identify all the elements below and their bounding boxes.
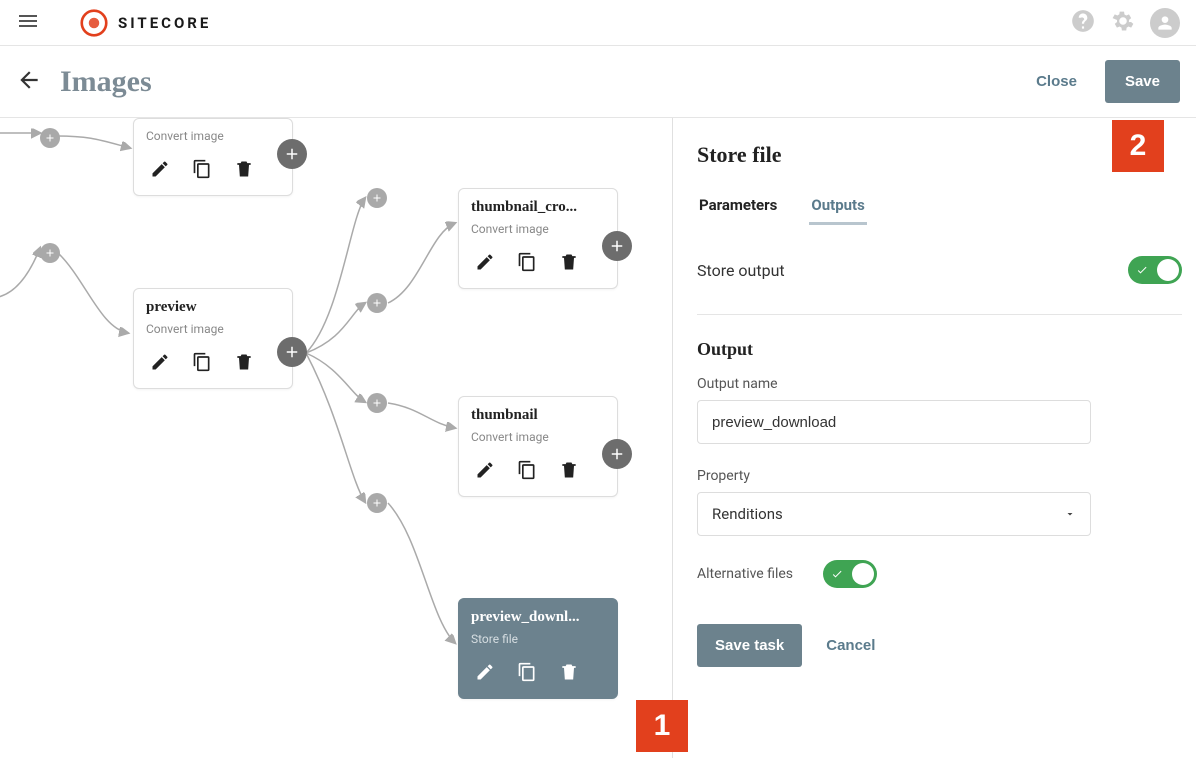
- save-task-button[interactable]: Save task: [697, 624, 802, 667]
- copy-icon[interactable]: [517, 662, 537, 686]
- alt-files-toggle[interactable]: [823, 560, 877, 588]
- cancel-button[interactable]: Cancel: [826, 637, 875, 654]
- edit-icon[interactable]: [475, 460, 495, 484]
- save-button[interactable]: Save: [1105, 60, 1180, 103]
- settings-icon[interactable]: [1110, 8, 1136, 38]
- chevron-down-icon: [1064, 508, 1076, 520]
- tab-outputs[interactable]: Outputs: [809, 188, 866, 225]
- delete-icon[interactable]: [234, 159, 254, 183]
- help-icon[interactable]: [1070, 8, 1096, 38]
- delete-icon[interactable]: [234, 352, 254, 376]
- node-title: preview: [146, 299, 280, 316]
- graph-canvas[interactable]: Convert image preview Convert image: [0, 118, 672, 758]
- node-title: thumbnail_cro...: [471, 199, 605, 216]
- graph-dot[interactable]: [367, 493, 387, 513]
- node-subtitle: Store file: [471, 632, 605, 646]
- output-name-input[interactable]: [697, 400, 1091, 444]
- store-output-label: Store output: [697, 261, 785, 280]
- node-add-button[interactable]: [277, 337, 307, 367]
- back-arrow[interactable]: [16, 67, 42, 97]
- graph-dot[interactable]: [367, 393, 387, 413]
- alt-files-label: Alternative files: [697, 566, 793, 582]
- copy-icon[interactable]: [192, 352, 212, 376]
- property-select[interactable]: Renditions: [697, 492, 1091, 536]
- edit-icon[interactable]: [475, 662, 495, 686]
- property-value: Renditions: [712, 505, 783, 523]
- node-add-button[interactable]: [602, 439, 632, 469]
- user-avatar[interactable]: [1150, 8, 1180, 38]
- side-panel: Store file Parameters Outputs Store outp…: [672, 118, 1196, 758]
- graph-node-thumbnail[interactable]: thumbnail Convert image: [458, 396, 618, 497]
- node-subtitle: Convert image: [146, 129, 280, 143]
- graph-dot[interactable]: [40, 243, 60, 263]
- close-button[interactable]: Close: [1018, 63, 1095, 100]
- graph-dot[interactable]: [367, 188, 387, 208]
- delete-icon[interactable]: [559, 460, 579, 484]
- copy-icon[interactable]: [517, 252, 537, 276]
- graph-node-thumbnail-crop[interactable]: thumbnail_cro... Convert image: [458, 188, 618, 289]
- brand-logo: SITECORE: [80, 9, 211, 37]
- node-add-button[interactable]: [277, 139, 307, 169]
- callout-2: 2: [1112, 120, 1164, 172]
- output-name-label: Output name: [697, 376, 1196, 392]
- graph-node-convert[interactable]: Convert image: [133, 118, 293, 196]
- hamburger-menu[interactable]: [16, 9, 40, 37]
- callout-1: 1: [636, 700, 688, 752]
- edit-icon[interactable]: [475, 252, 495, 276]
- node-subtitle: Convert image: [471, 430, 605, 444]
- page-title: Images: [60, 65, 152, 99]
- output-section-label: Output: [697, 339, 1196, 360]
- node-title: thumbnail: [471, 407, 605, 424]
- graph-dot[interactable]: [40, 128, 60, 148]
- delete-icon[interactable]: [559, 252, 579, 276]
- delete-icon[interactable]: [559, 662, 579, 686]
- brand-text: SITECORE: [118, 14, 211, 32]
- store-output-toggle[interactable]: [1128, 256, 1182, 284]
- property-label: Property: [697, 468, 1196, 484]
- copy-icon[interactable]: [517, 460, 537, 484]
- graph-dot[interactable]: [367, 293, 387, 313]
- edit-icon[interactable]: [150, 159, 170, 183]
- copy-icon[interactable]: [192, 159, 212, 183]
- node-subtitle: Convert image: [471, 222, 605, 236]
- graph-node-preview-download[interactable]: preview_downl... Store file: [458, 598, 618, 699]
- node-add-button[interactable]: [602, 231, 632, 261]
- graph-node-preview[interactable]: preview Convert image: [133, 288, 293, 389]
- tab-parameters[interactable]: Parameters: [697, 188, 779, 225]
- node-subtitle: Convert image: [146, 322, 280, 336]
- edit-icon[interactable]: [150, 352, 170, 376]
- node-title: preview_downl...: [471, 609, 605, 626]
